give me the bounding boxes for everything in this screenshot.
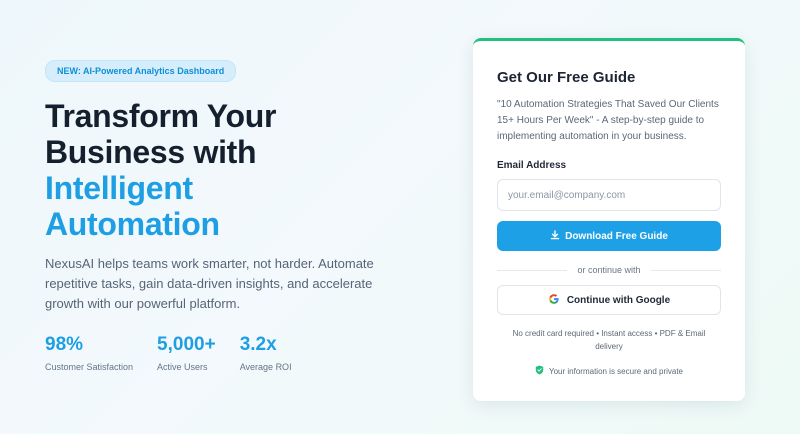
hero-section: NEW: AI-Powered Analytics Dashboard Tran… [45,60,425,372]
divider-line [497,269,568,271]
divider-line [650,269,722,271]
google-logo-icon [548,293,560,307]
stat-value: 3.2x [239,334,277,355]
divider-text: or continue with [577,265,641,275]
landing-page: NEW: AI-Powered Analytics Dashboard Tran… [0,0,800,434]
shield-check-icon [535,365,544,377]
headline-line-1: Transform Your [45,98,277,134]
email-input[interactable] [497,179,721,211]
stat-value: 98% [45,334,84,355]
email-label: Email Address [497,160,567,171]
stat-satisfaction: 98% Customer Satisfaction [45,334,133,372]
stat-value: 5,000+ [157,334,216,355]
headline-accent-1: Intelligent [45,170,193,206]
hero-description: NexusAI helps teams work smarter, not ha… [45,256,374,311]
or-divider: or continue with [497,265,722,275]
hero-headline: Transform Your Business with Intelligent… [45,98,425,242]
security-text: Your information is secure and private [549,366,683,376]
card-title: Get Our Free Guide [497,69,636,86]
download-guide-button[interactable]: Download Free Guide [497,221,721,251]
download-icon [550,229,560,243]
stats-row: 98% Customer Satisfaction 5,000+ Active … [45,334,425,372]
security-note: Your information is secure and private [497,365,721,377]
new-feature-badge[interactable]: NEW: AI-Powered Analytics Dashboard [45,60,237,82]
google-signin-button[interactable]: Continue with Google [497,285,721,315]
stat-roi: 3.2x Average ROI [240,334,292,372]
stat-label: Active Users [157,362,208,372]
lead-capture-card: Get Our Free Guide "10 Automation Strate… [473,38,745,401]
stat-label: Average ROI [239,362,292,372]
stat-label: Customer Satisfaction [45,362,134,372]
headline-accent-2: Automation [45,206,220,242]
google-button-label: Continue with Google [566,294,671,306]
card-description: "10 Automation Strategies That Saved Our… [497,99,719,142]
fine-print: No credit card required • Instant access… [512,329,706,351]
stat-users: 5,000+ Active Users [157,334,216,372]
download-button-label: Download Free Guide [565,230,668,242]
headline-line-2: Business with [45,134,257,170]
